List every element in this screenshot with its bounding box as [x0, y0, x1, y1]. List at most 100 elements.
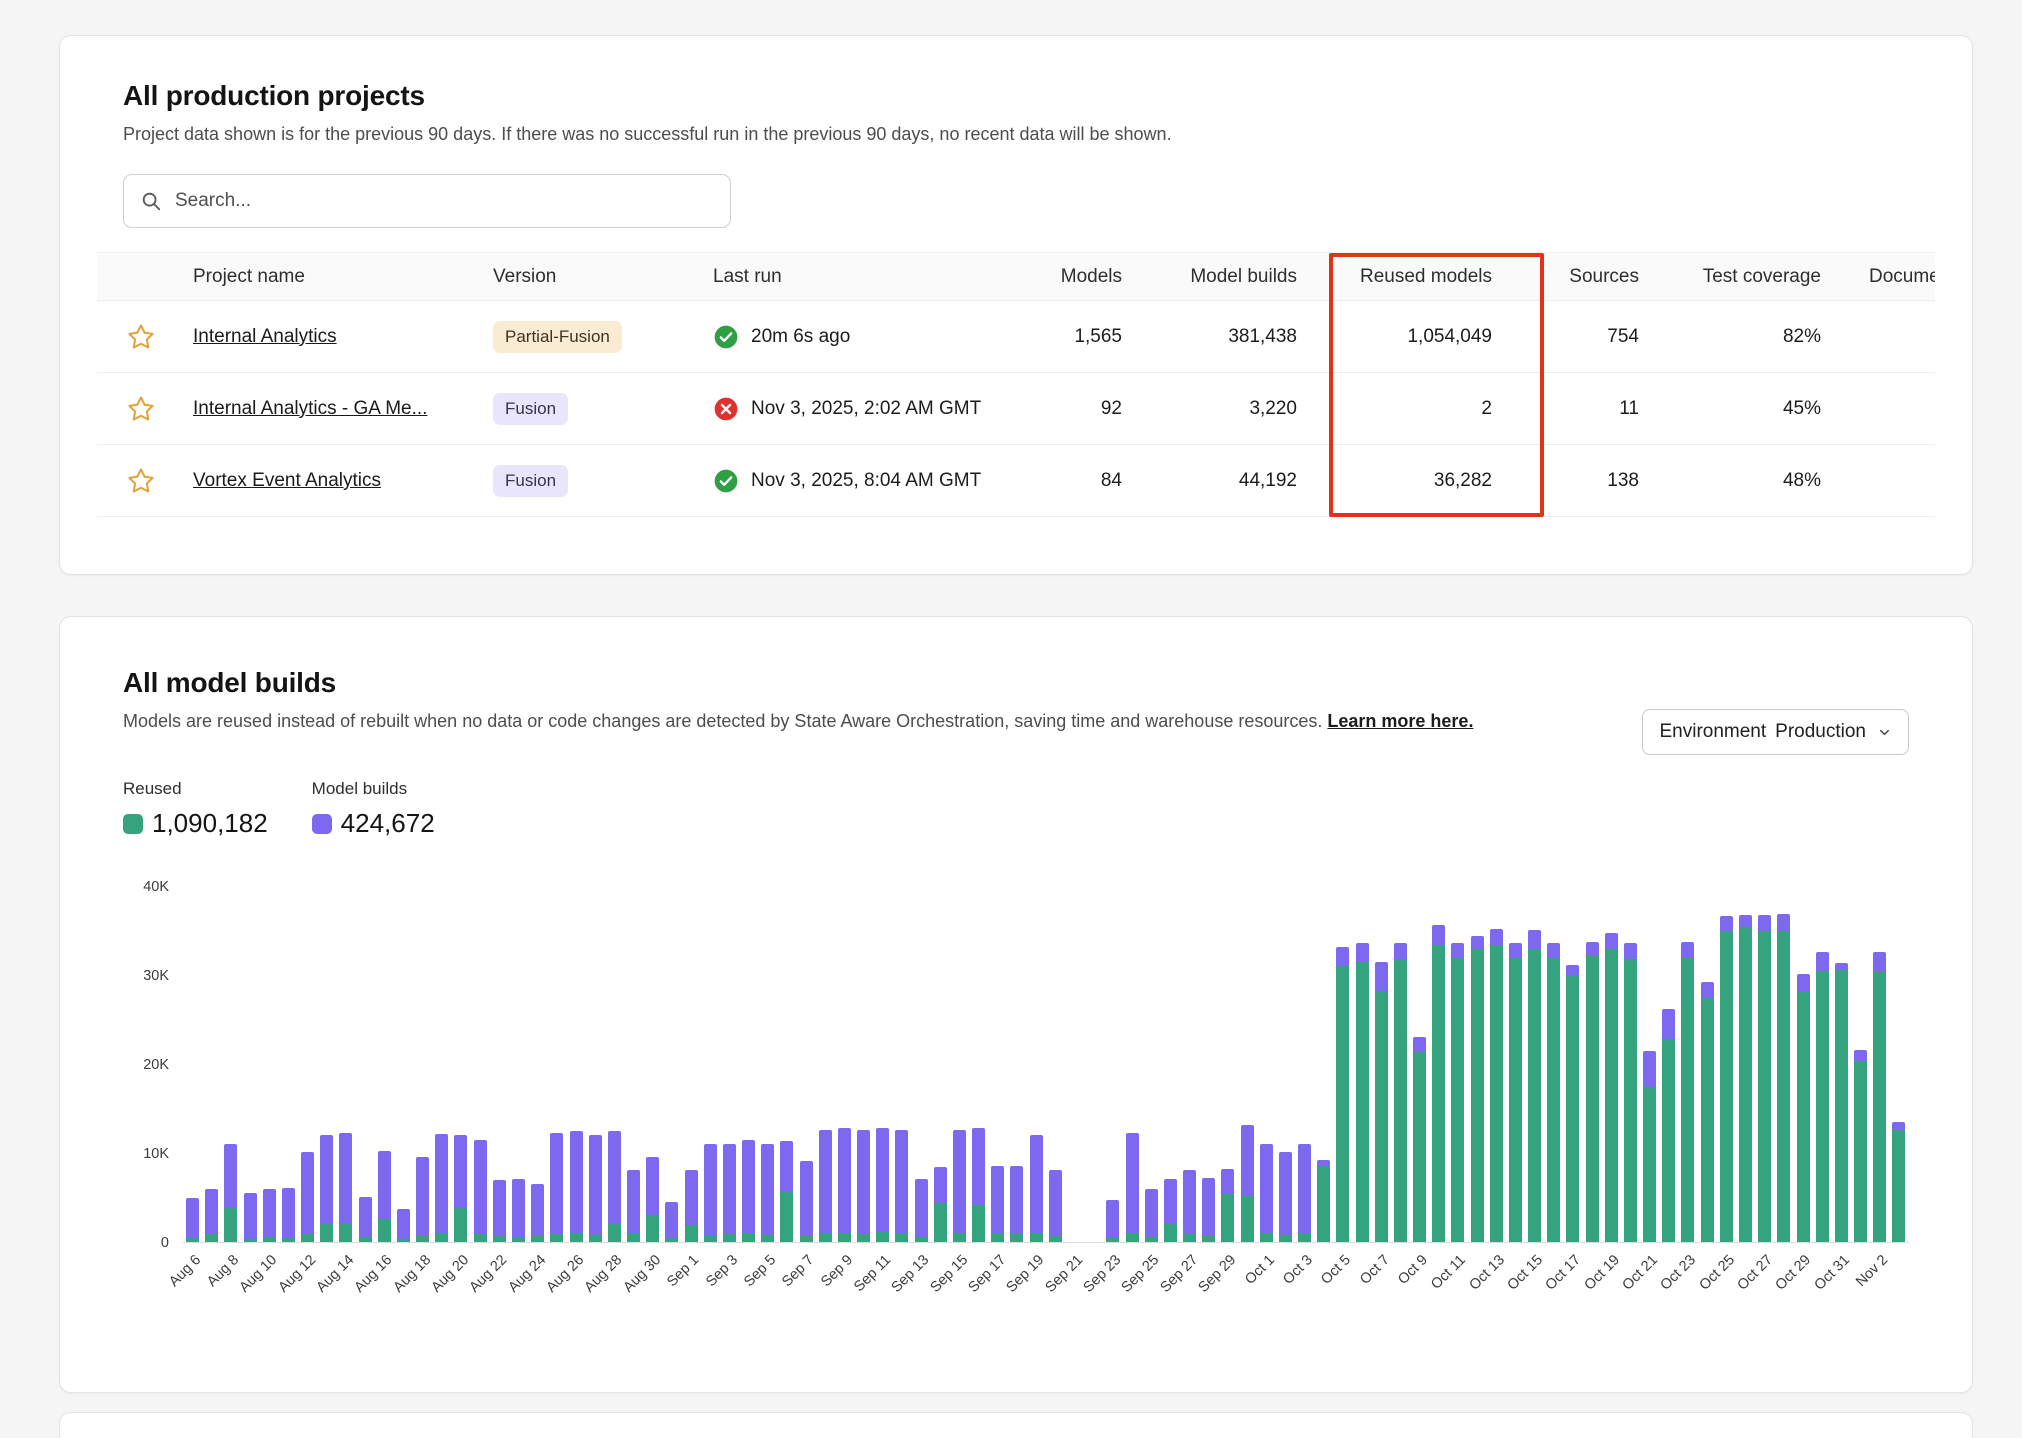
bar-aug-25[interactable] — [547, 887, 566, 1242]
bar-aug-28[interactable]: Aug 28 — [605, 887, 624, 1242]
bar-sep-12[interactable] — [892, 887, 911, 1242]
bar-aug-6[interactable]: Aug 6 — [183, 887, 202, 1242]
bar-sep-23[interactable]: Sep 23 — [1103, 887, 1122, 1242]
bar-nov-3[interactable] — [1889, 887, 1908, 1242]
bar-oct-25[interactable]: Oct 25 — [1717, 887, 1736, 1242]
bar-aug-12[interactable]: Aug 12 — [298, 887, 317, 1242]
bar-oct-14[interactable] — [1506, 887, 1525, 1242]
bar-sep-11[interactable]: Sep 11 — [873, 887, 892, 1242]
bar-aug-30[interactable]: Aug 30 — [643, 887, 662, 1242]
favorite-star-button[interactable] — [126, 466, 156, 496]
bar-sep-25[interactable]: Sep 25 — [1142, 887, 1161, 1242]
bar-aug-15[interactable] — [356, 887, 375, 1242]
project-search[interactable] — [123, 174, 731, 228]
bar-aug-10[interactable]: Aug 10 — [260, 887, 279, 1242]
bar-aug-21[interactable] — [471, 887, 490, 1242]
bar-oct-16[interactable] — [1544, 887, 1563, 1242]
bar-sep-8[interactable] — [816, 887, 835, 1242]
bar-aug-29[interactable] — [624, 887, 643, 1242]
search-input[interactable] — [173, 189, 714, 213]
bar-sep-30[interactable] — [1237, 887, 1256, 1242]
bar-oct-7[interactable]: Oct 7 — [1372, 887, 1391, 1242]
bar-aug-11[interactable] — [279, 887, 298, 1242]
bar-oct-8[interactable] — [1391, 887, 1410, 1242]
col-models[interactable]: Models — [1035, 266, 1130, 288]
bar-sep-5[interactable]: Sep 5 — [758, 887, 777, 1242]
bar-sep-24[interactable] — [1122, 887, 1141, 1242]
bar-sep-18[interactable] — [1007, 887, 1026, 1242]
bar-aug-9[interactable] — [241, 887, 260, 1242]
bar-oct-1[interactable]: Oct 1 — [1257, 887, 1276, 1242]
bar-sep-20[interactable] — [1046, 887, 1065, 1242]
bar-oct-9[interactable]: Oct 9 — [1410, 887, 1429, 1242]
col-documentation[interactable]: Documentation — [1829, 266, 1935, 288]
col-reused-models[interactable]: Reused models — [1305, 266, 1500, 288]
bar-oct-21[interactable]: Oct 21 — [1640, 887, 1659, 1242]
bar-oct-3[interactable]: Oct 3 — [1295, 887, 1314, 1242]
bar-oct-23[interactable]: Oct 23 — [1678, 887, 1697, 1242]
bar-aug-17[interactable] — [394, 887, 413, 1242]
bar-sep-27[interactable]: Sep 27 — [1180, 887, 1199, 1242]
project-name-link[interactable]: Internal Analytics — [193, 326, 337, 347]
bar-sep-14[interactable] — [931, 887, 950, 1242]
bar-sep-28[interactable] — [1199, 887, 1218, 1242]
bar-sep-6[interactable] — [777, 887, 796, 1242]
bar-oct-29[interactable]: Oct 29 — [1793, 887, 1812, 1242]
bar-aug-13[interactable] — [317, 887, 336, 1242]
bar-aug-31[interactable] — [662, 887, 681, 1242]
bar-oct-15[interactable]: Oct 15 — [1525, 887, 1544, 1242]
bar-oct-13[interactable]: Oct 13 — [1487, 887, 1506, 1242]
bar-aug-27[interactable] — [586, 887, 605, 1242]
bar-aug-20[interactable]: Aug 20 — [451, 887, 470, 1242]
bar-oct-30[interactable] — [1813, 887, 1832, 1242]
bar-sep-22[interactable] — [1084, 887, 1103, 1242]
bar-oct-5[interactable]: Oct 5 — [1333, 887, 1352, 1242]
col-test-coverage[interactable]: Test coverage — [1647, 266, 1829, 288]
bar-sep-15[interactable]: Sep 15 — [950, 887, 969, 1242]
bar-oct-28[interactable] — [1774, 887, 1793, 1242]
bar-sep-2[interactable] — [701, 887, 720, 1242]
bar-aug-23[interactable] — [509, 887, 528, 1242]
learn-more-link[interactable]: Learn more here. — [1327, 711, 1473, 731]
bar-nov-1[interactable] — [1851, 887, 1870, 1242]
col-version[interactable]: Version — [485, 266, 705, 288]
bar-oct-12[interactable] — [1468, 887, 1487, 1242]
bar-oct-11[interactable]: Oct 11 — [1448, 887, 1467, 1242]
bar-oct-27[interactable]: Oct 27 — [1755, 887, 1774, 1242]
bar-sep-3[interactable]: Sep 3 — [720, 887, 739, 1242]
bar-sep-19[interactable]: Sep 19 — [1027, 887, 1046, 1242]
bar-sep-9[interactable]: Sep 9 — [835, 887, 854, 1242]
bar-oct-20[interactable] — [1621, 887, 1640, 1242]
bar-aug-19[interactable] — [432, 887, 451, 1242]
bar-aug-14[interactable]: Aug 14 — [336, 887, 355, 1242]
bar-aug-18[interactable]: Aug 18 — [413, 887, 432, 1242]
bar-oct-17[interactable]: Oct 17 — [1563, 887, 1582, 1242]
bar-nov-2[interactable]: Nov 2 — [1870, 887, 1889, 1242]
bar-sep-21[interactable]: Sep 21 — [1065, 887, 1084, 1242]
bar-aug-7[interactable] — [202, 887, 221, 1242]
bar-aug-22[interactable]: Aug 22 — [490, 887, 509, 1242]
col-model-builds[interactable]: Model builds — [1130, 266, 1305, 288]
bar-oct-22[interactable] — [1659, 887, 1678, 1242]
bar-aug-24[interactable]: Aug 24 — [528, 887, 547, 1242]
bar-sep-10[interactable] — [854, 887, 873, 1242]
bar-sep-17[interactable]: Sep 17 — [988, 887, 1007, 1242]
favorite-star-button[interactable] — [126, 322, 156, 352]
bar-oct-4[interactable] — [1314, 887, 1333, 1242]
bar-sep-13[interactable]: Sep 13 — [912, 887, 931, 1242]
bar-oct-19[interactable]: Oct 19 — [1602, 887, 1621, 1242]
bar-sep-1[interactable]: Sep 1 — [681, 887, 700, 1242]
project-name-link[interactable]: Vortex Event Analytics — [193, 470, 381, 491]
col-last-run[interactable]: Last run — [705, 266, 1035, 288]
col-project-name[interactable]: Project name — [185, 266, 485, 288]
bar-sep-29[interactable]: Sep 29 — [1218, 887, 1237, 1242]
bar-oct-24[interactable] — [1698, 887, 1717, 1242]
bar-oct-6[interactable] — [1352, 887, 1371, 1242]
bar-aug-8[interactable]: Aug 8 — [221, 887, 240, 1242]
bar-oct-18[interactable] — [1583, 887, 1602, 1242]
favorite-star-button[interactable] — [126, 394, 156, 424]
project-name-link[interactable]: Internal Analytics - GA Me... — [193, 398, 427, 419]
bar-sep-16[interactable] — [969, 887, 988, 1242]
bar-sep-26[interactable] — [1161, 887, 1180, 1242]
col-sources[interactable]: Sources — [1500, 266, 1647, 288]
